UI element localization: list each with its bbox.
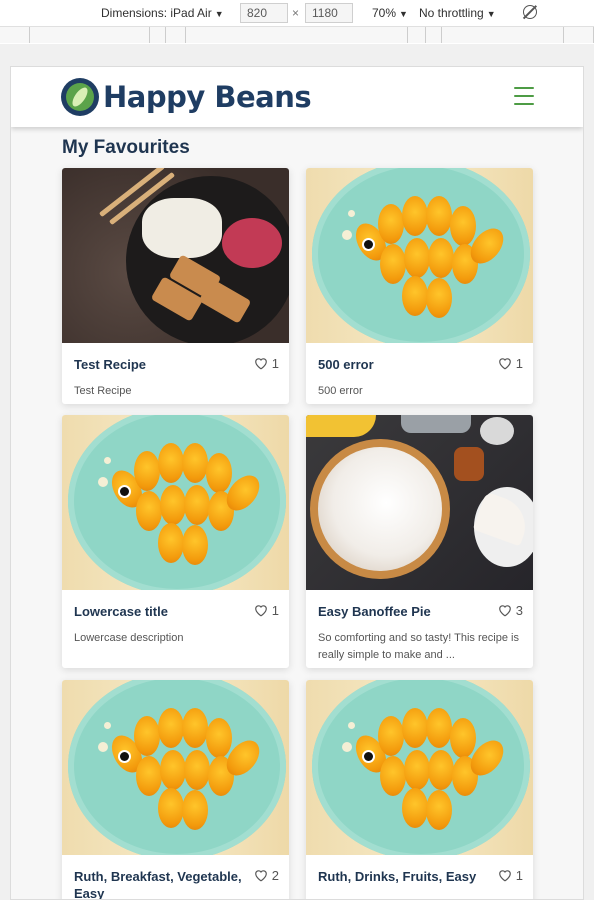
recipe-description: Lowercase description [74, 632, 184, 644]
site-logo[interactable]: Happy Beans [61, 78, 312, 116]
triangle-down-icon: ▼ [214, 9, 224, 19]
recipe-card[interactable]: 500 error 1 500 error [306, 168, 533, 404]
recipe-title: Test Recipe [74, 357, 147, 372]
like-count-value: 1 [515, 868, 523, 883]
like-count[interactable]: 1 [254, 356, 279, 371]
viewport-height-input[interactable]: 1180 [305, 3, 353, 23]
recipe-image [62, 415, 289, 590]
device-canvas: Happy Beans My Favourites Test Recipe 1 … [0, 44, 594, 900]
heart-icon [498, 870, 511, 882]
recipe-title: Ruth, Breakfast, Vegetable, Easy [74, 869, 242, 900]
like-count-value: 1 [271, 356, 279, 371]
triangle-down-icon: ▼ [486, 9, 496, 19]
like-count-value: 1 [515, 356, 523, 371]
bean-logo-icon [61, 78, 99, 116]
device-viewport: Happy Beans My Favourites Test Recipe 1 … [10, 66, 584, 900]
heart-icon [254, 605, 267, 617]
heart-icon [254, 358, 267, 370]
brand-name: Happy Beans [103, 80, 312, 114]
media-query-bar[interactable] [0, 27, 30, 43]
like-count[interactable]: 1 [498, 356, 523, 371]
recipe-image [62, 168, 289, 343]
throttling-label: No throttling [419, 6, 484, 20]
like-count-value: 3 [515, 603, 523, 618]
throttling-select[interactable]: No throttling ▼ [419, 6, 496, 20]
media-query-bar[interactable] [442, 27, 564, 43]
recipe-image [306, 168, 533, 343]
recipe-card[interactable]: Easy Banoffee Pie 3 So comforting and so… [306, 415, 533, 668]
recipe-card[interactable]: Test Recipe 1 Test Recipe [62, 168, 289, 404]
recipe-image [62, 680, 289, 855]
media-query-bar[interactable] [186, 27, 408, 43]
page-title: My Favourites [62, 137, 190, 158]
like-count[interactable]: 1 [254, 603, 279, 618]
like-count[interactable]: 1 [498, 868, 523, 883]
viewport-width-input[interactable]: 820 [240, 3, 288, 23]
recipe-image [306, 680, 533, 855]
media-query-bar[interactable] [564, 27, 594, 43]
recipe-description: So comforting and so tasty! This recipe … [318, 632, 519, 661]
media-query-ruler [0, 27, 594, 43]
heart-icon [254, 870, 267, 882]
recipe-title: Lowercase title [74, 604, 168, 619]
recipe-title: Ruth, Drinks, Fruits, Easy [318, 869, 477, 884]
like-count-value: 2 [271, 868, 279, 883]
media-query-bar[interactable] [166, 27, 186, 43]
recipe-title: 500 error [318, 357, 374, 372]
like-count[interactable]: 3 [498, 603, 523, 618]
heart-icon [498, 358, 511, 370]
site-header: Happy Beans [11, 67, 583, 127]
recipe-title: Easy Banoffee Pie [318, 604, 431, 619]
hamburger-menu-icon[interactable] [514, 87, 534, 105]
dimension-separator: × [292, 6, 300, 20]
media-query-bar[interactable] [426, 27, 442, 43]
recipe-description: 500 error [318, 385, 363, 397]
device-dimensions-select[interactable]: Dimensions: iPad Air ▼ [101, 6, 224, 20]
heart-icon [498, 605, 511, 617]
like-count[interactable]: 2 [254, 868, 279, 883]
recipe-image [306, 415, 533, 590]
recipe-card[interactable]: Ruth, Drinks, Fruits, Easy 1 [306, 680, 533, 899]
media-query-bar[interactable] [150, 27, 166, 43]
recipe-card[interactable]: Ruth, Breakfast, Vegetable, Easy 2 [62, 680, 289, 900]
media-query-bar[interactable] [408, 27, 426, 43]
like-count-value: 1 [271, 603, 279, 618]
recipe-description: Test Recipe [74, 385, 132, 397]
triangle-down-icon: ▼ [399, 9, 408, 19]
recipe-card[interactable]: Lowercase title 1 Lowercase description [62, 415, 289, 668]
zoom-select[interactable]: 70% ▼ [372, 6, 408, 20]
media-query-bar[interactable] [30, 27, 150, 43]
zoom-label: 70% [372, 6, 397, 20]
rotate-icon[interactable] [523, 5, 537, 19]
device-dimensions-label: Dimensions: iPad Air [101, 6, 212, 20]
devtools-device-toolbar: Dimensions: iPad Air ▼ 820 × 1180 70% ▼ No… [0, 0, 594, 27]
